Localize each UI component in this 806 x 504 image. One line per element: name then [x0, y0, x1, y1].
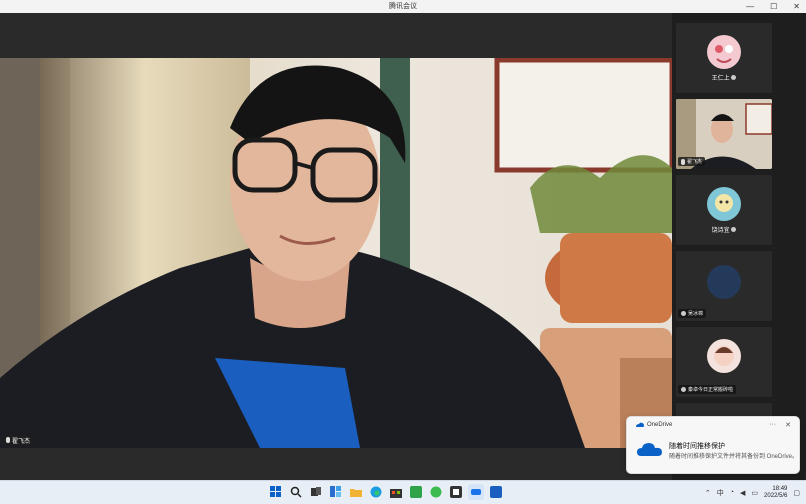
close-button[interactable]: ✕	[793, 2, 800, 11]
taskbar: ⌃ 中 ◔ ◀ ▭ 18:49 2022/5/6 ▢	[0, 480, 806, 504]
mic-icon	[681, 158, 685, 165]
participant-label: 吴冰棉	[678, 309, 707, 318]
mail-icon[interactable]	[428, 484, 444, 500]
participant-name: 饶诗宜	[711, 228, 730, 234]
avatar	[707, 265, 741, 299]
app-icon[interactable]	[408, 484, 424, 500]
mic-muted-icon	[731, 227, 737, 232]
participant-label: 翟飞杰	[678, 157, 706, 166]
onedrive-notification[interactable]: OneDrive ··· ✕ 随着时间推移保护 随着时间推移保护文件并将其备份到…	[626, 416, 800, 474]
maximize-button[interactable]: ☐	[770, 2, 777, 11]
participant-sidebar: 王仁上 翟飞杰 饶诗宜 吴冰棉 秦卓今日正常搬砖啦	[672, 13, 806, 480]
more-options-button[interactable]: ···	[769, 421, 776, 429]
notification-close-button[interactable]: ✕	[785, 421, 791, 429]
window-title: 腾讯会议	[389, 3, 417, 10]
search-icon[interactable]	[288, 484, 304, 500]
chrome-icon[interactable]	[488, 484, 504, 500]
onedrive-icon	[636, 422, 644, 427]
system-tray: ⌃ 中 ◔ ◀ ▭ 18:49 2022/5/6 ▢	[705, 483, 800, 502]
edge-icon[interactable]	[368, 484, 384, 500]
mic-muted-icon	[681, 387, 686, 392]
notification-app: OneDrive	[635, 422, 672, 428]
battery-icon[interactable]: ▭	[751, 489, 758, 497]
participant-name: 王仁上	[711, 76, 730, 82]
main-speaker-label: 翟飞杰	[3, 435, 34, 445]
notification-center-icon[interactable]: ▢	[793, 489, 800, 497]
speaker-video-image	[0, 58, 672, 448]
cloud-icon	[637, 443, 662, 456]
avatar	[707, 339, 741, 373]
participant-tile[interactable]: 饶诗宜	[676, 175, 772, 245]
participant-tile-video[interactable]: 翟飞杰	[676, 99, 772, 169]
minimize-button[interactable]: —	[746, 2, 754, 11]
meeting-icon[interactable]	[468, 484, 484, 500]
video-bottom-band	[0, 448, 672, 480]
main-video-stage: 翟飞杰	[0, 13, 672, 480]
notification-heading: 随着时间推移保护	[669, 443, 725, 450]
chevron-up-icon[interactable]: ⌃	[705, 489, 711, 497]
mic-icon	[6, 437, 10, 443]
app-icon[interactable]	[448, 484, 464, 500]
main-video-feed[interactable]: 翟飞杰	[0, 58, 672, 448]
store-icon[interactable]	[388, 484, 404, 500]
title-bar: 腾讯会议 — ☐ ✕	[0, 0, 806, 14]
participant-tile[interactable]: 秦卓今日正常搬砖啦	[676, 327, 772, 397]
language-indicator[interactable]: 中	[717, 488, 724, 498]
mic-muted-icon	[731, 75, 737, 80]
mic-muted-icon	[681, 311, 686, 316]
start-icon[interactable]	[268, 484, 284, 500]
participant-label: 秦卓今日正常搬砖啦	[678, 385, 737, 394]
task-view-icon[interactable]	[308, 484, 324, 500]
avatar	[707, 35, 741, 69]
participant-tile[interactable]: 王仁上	[676, 23, 772, 93]
avatar	[707, 187, 741, 221]
participant-tile[interactable]: 吴冰棉	[676, 251, 772, 321]
notification-body: 随着时间推移保护文件并将其备份到 OneDrive。	[669, 454, 799, 460]
wifi-icon[interactable]: ◔	[730, 489, 734, 496]
file-explorer-icon[interactable]	[348, 484, 364, 500]
volume-icon[interactable]: ◀	[740, 489, 745, 497]
widgets-icon[interactable]	[328, 484, 344, 500]
video-top-band	[0, 13, 672, 58]
clock[interactable]: 18:49 2022/5/6	[764, 486, 787, 500]
